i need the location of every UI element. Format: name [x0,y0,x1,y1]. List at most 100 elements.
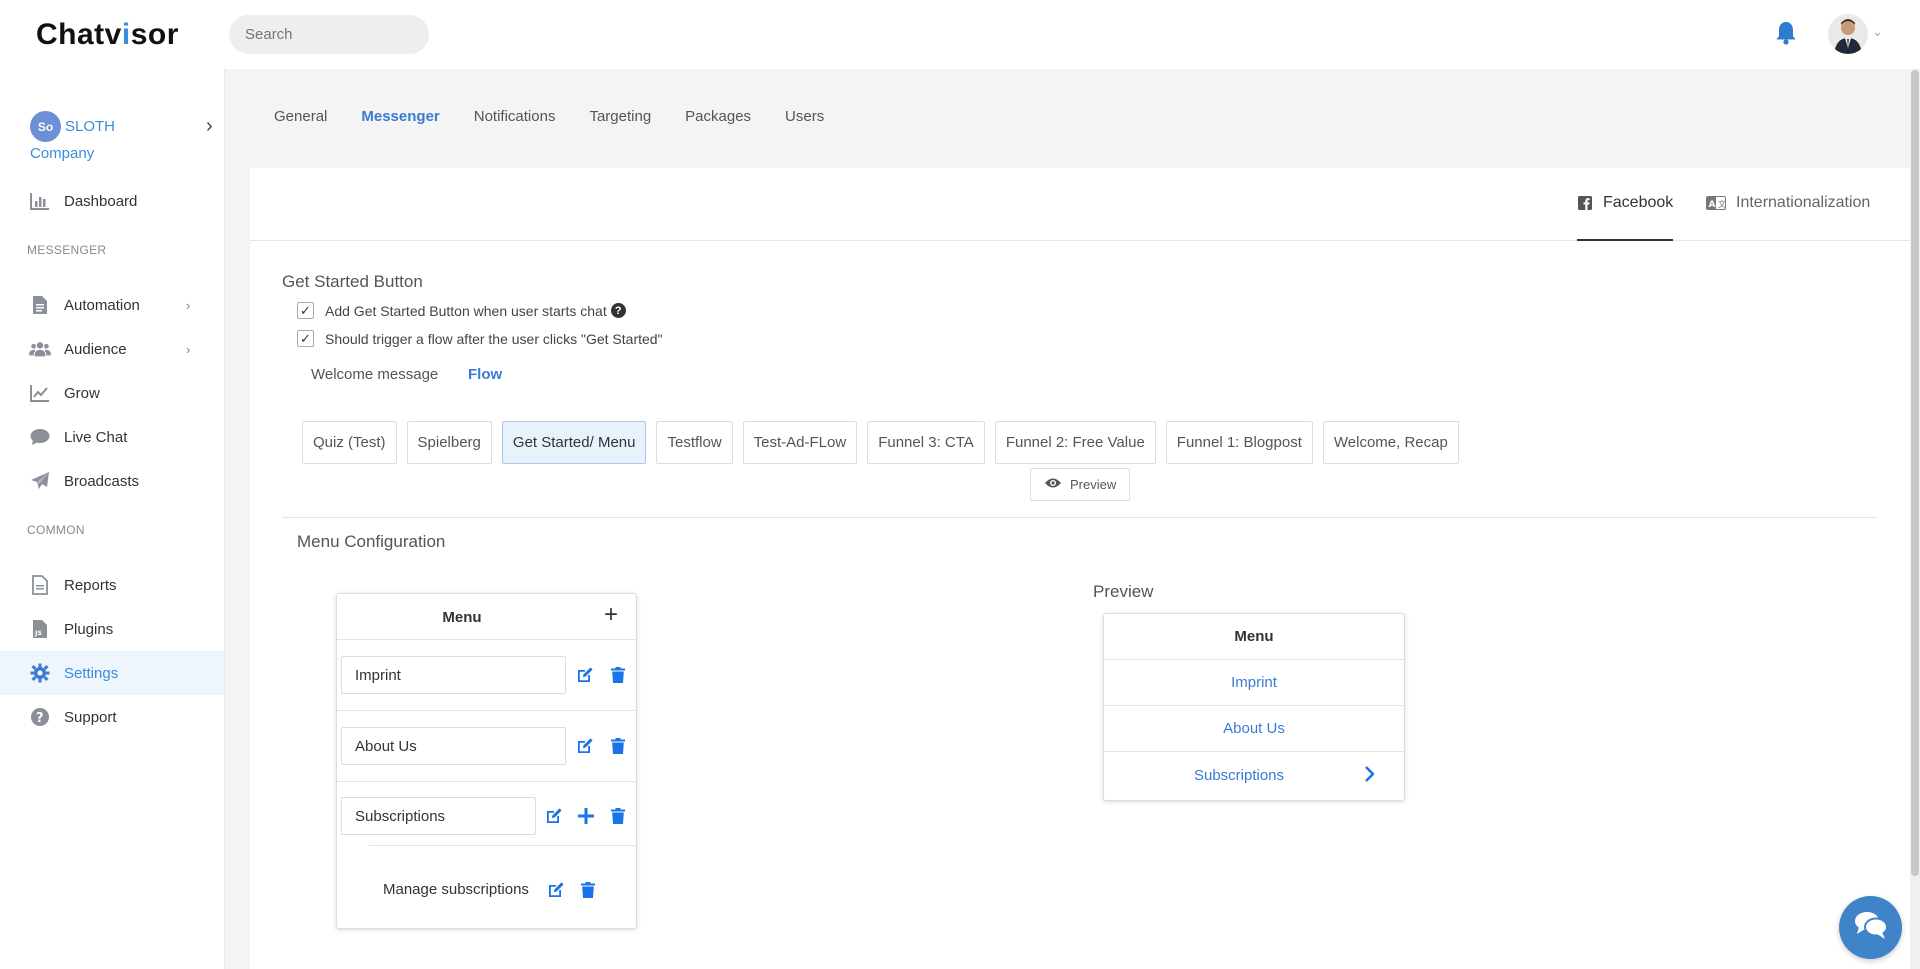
trash-icon[interactable] [609,737,627,755]
flow-option[interactable]: Funnel 3: CTA [867,421,985,464]
company-logo: So [30,111,61,142]
tab-general[interactable]: General [274,108,327,125]
sidebar: So SLOTH Company › Dashboard MESSENGER A… [0,69,225,969]
trigger-flow-checkbox[interactable]: ✓ [297,330,314,347]
flow-option[interactable]: Funnel 1: Blogpost [1165,421,1313,464]
sidebar-item-label: Automation [64,296,140,314]
menu-item-input-imprint[interactable] [341,656,566,694]
bar-chart-icon [29,191,51,211]
edit-icon[interactable] [576,737,594,755]
chatvisor-logo[interactable]: Chatvisor [36,14,179,56]
submenu-item-label: Manage subscriptions [383,881,529,898]
sidebar-item-settings[interactable]: Settings [0,651,224,695]
menu-editor: Menu + Manage subscriptions [336,593,637,929]
chevron-down-icon[interactable]: ⌄ [1872,24,1883,40]
tab-packages[interactable]: Packages [685,108,751,125]
users-icon [29,339,51,359]
sidebar-item-label: Audience [64,340,127,358]
section-divider [282,517,1877,518]
preview-button-label: Preview [1070,477,1117,492]
section-label-messenger: MESSENGER [27,243,107,257]
tab-welcome-message[interactable]: Welcome message [311,366,438,383]
tab-targeting[interactable]: Targeting [589,108,651,125]
menu-item-input-subscriptions[interactable] [341,797,536,835]
preview-item-about-us[interactable]: About Us [1104,706,1404,752]
subtab-internationalization[interactable]: A文 Internationalization [1706,194,1870,212]
line-chart-icon [29,383,51,403]
trash-icon[interactable] [609,807,627,825]
add-get-started-option: ✓ Add Get Started Button when user start… [297,302,626,319]
messenger-settings-card: Facebook A文 Internationalization Get Sta… [250,168,1910,969]
chevron-right-icon: › [186,297,191,313]
svg-text:JS: JS [34,629,42,637]
sidebar-item-live-chat[interactable]: Live Chat [0,415,224,459]
flow-option[interactable]: Welcome, Recap [1322,421,1459,464]
preview-item-label: Subscriptions [1193,766,1285,784]
tab-flow[interactable]: Flow [468,366,502,383]
edit-icon[interactable] [576,666,594,684]
menu-item-input-about-us[interactable] [341,727,566,765]
add-menu-item-icon[interactable]: + [600,603,622,628]
flow-option[interactable]: Spielberg [406,421,492,464]
menu-item-divider [337,710,636,711]
preview-item-imprint[interactable]: Imprint [1104,660,1404,706]
sidebar-item-audience[interactable]: Audience › [0,327,224,371]
question-circle-icon: ? [29,707,51,727]
subtab-facebook[interactable]: Facebook [1577,194,1673,212]
menu-configuration-title: Menu Configuration [297,532,446,551]
flow-option[interactable]: Funnel 2: Free Value [994,421,1156,464]
chevron-right-icon [1364,766,1375,786]
company-name: SLOTH [65,118,116,135]
trash-icon[interactable] [609,666,627,684]
notification-bell-icon[interactable] [1774,20,1798,46]
sidebar-item-plugins[interactable]: JS Plugins [0,607,224,651]
sidebar-item-label: Reports [64,576,117,594]
flow-option-selected[interactable]: Get Started/ Menu [501,421,647,464]
comments-icon [1854,910,1888,945]
settings-tabs: General Messenger Notifications Targetin… [274,108,858,125]
add-submenu-icon[interactable] [577,807,595,825]
sidebar-item-support[interactable]: ? Support [0,695,224,739]
sidebar-item-label: Settings [64,664,119,682]
top-bar: Chatvisor ⌄ [0,0,1920,69]
sidebar-item-label: Plugins [64,620,114,638]
tab-messenger[interactable]: Messenger [361,108,439,125]
help-icon[interactable]: ? [610,303,626,318]
search-input[interactable] [229,15,429,54]
sidebar-item-broadcasts[interactable]: Broadcasts [0,459,224,503]
eye-icon [1044,477,1062,492]
js-file-icon: JS [29,619,51,639]
preview-button[interactable]: Preview [1030,468,1131,501]
tab-notifications[interactable]: Notifications [474,108,556,125]
tab-users[interactable]: Users [785,108,824,125]
subtab-label: Facebook [1603,194,1674,211]
edit-icon[interactable] [547,881,565,899]
preview-item-subscriptions[interactable]: Subscriptions [1104,752,1404,798]
svg-text:A: A [1709,200,1716,210]
flow-option[interactable]: Quiz (Test) [302,421,397,464]
flow-option[interactable]: Testflow [656,421,733,464]
preview-menu-title: Menu [1104,614,1404,660]
add-get-started-checkbox[interactable]: ✓ [297,302,314,319]
flow-option[interactable]: Test-Ad-FLow [742,421,858,464]
sidebar-item-label: Support [64,708,117,726]
sidebar-item-automation[interactable]: Automation › [0,283,224,327]
edit-icon[interactable] [545,807,563,825]
section-label-common: COMMON [27,523,85,537]
sidebar-item-reports[interactable]: Reports [0,563,224,607]
sidebar-item-grow[interactable]: Grow [0,371,224,415]
sidebar-item-dashboard[interactable]: Dashboard [0,179,224,223]
logo-text: Chatvisor [36,18,179,51]
chevron-right-icon: › [186,341,191,357]
trigger-flow-label: Should trigger a flow after the user cli… [325,330,663,347]
chat-bubble-icon [29,427,51,447]
live-chat-button[interactable] [1839,896,1902,959]
menu-item-divider [337,781,636,782]
chevron-right-icon[interactable]: › [206,115,213,138]
scrollbar-thumb[interactable] [1911,70,1919,876]
svg-text:文: 文 [1718,199,1726,209]
subtab-label: Internationalization [1736,194,1871,211]
trash-icon[interactable] [579,881,597,899]
user-avatar[interactable] [1828,14,1868,54]
menu-editor-header: Menu + [337,594,636,640]
